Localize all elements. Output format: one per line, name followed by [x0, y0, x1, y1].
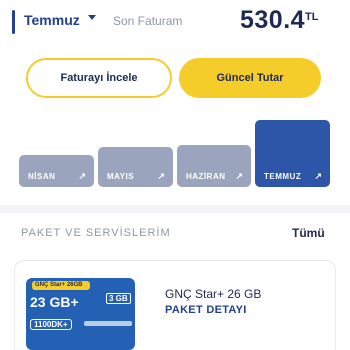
package-image-gb: 23 GB+ [30, 294, 79, 310]
package-image-fineprint [84, 321, 132, 326]
package-image-minutes: 1100DK+ [30, 319, 72, 330]
current-amount-button[interactable]: Güncel Tutar [179, 58, 321, 98]
section-divider [0, 205, 350, 213]
bill-amount: 530.4 [240, 6, 306, 34]
view-invoice-button[interactable]: Faturayı İncele [26, 58, 172, 98]
view-invoice-label: Faturayı İncele [60, 72, 138, 84]
package-name: GNÇ Star+ 26 GB [165, 287, 262, 301]
month-bar-label: TEMMUZ [264, 172, 302, 181]
chevron-down-icon[interactable] [88, 15, 96, 20]
current-amount-label: Güncel Tutar [216, 72, 284, 84]
month-bar-mayis[interactable]: MAYIS ↗ [98, 147, 173, 187]
currency-label: TL [305, 11, 319, 23]
month-bar-nisan[interactable]: NİSAN ↗ [19, 155, 94, 187]
month-accent-bar [12, 10, 15, 34]
month-bar-label: HAZİRAN [186, 172, 226, 181]
arrow-up-right-icon: ↗ [235, 171, 243, 181]
month-bar-label: NİSAN [28, 172, 56, 181]
packages-section-title: PAKET VE SERVİSLERİM [21, 227, 171, 239]
see-all-link[interactable]: Tümü [292, 226, 325, 240]
package-image-extra: 3 GB [106, 293, 131, 304]
arrow-up-right-icon: ↗ [314, 171, 322, 181]
arrow-up-right-icon: ↗ [157, 171, 165, 181]
month-bar-haziran[interactable]: HAZİRAN ↗ [177, 145, 251, 187]
bill-summary-panel: Temmuz Son Faturam 530.4 TL Faturayı İnc… [0, 0, 350, 205]
month-bar-temmuz[interactable]: TEMMUZ ↗ [255, 120, 330, 187]
package-image: GNÇ Star+ 26GB 23 GB+ 3 GB 1100DK+ [26, 278, 135, 350]
month-selector[interactable]: Temmuz [24, 12, 80, 28]
month-bar-label: MAYIS [107, 172, 135, 181]
package-image-tag: GNÇ Star+ 26GB [32, 281, 90, 290]
last-bill-label: Son Faturam [113, 14, 183, 28]
package-detail-link[interactable]: PAKET DETAYI [165, 304, 247, 316]
arrow-up-right-icon: ↗ [78, 171, 86, 181]
